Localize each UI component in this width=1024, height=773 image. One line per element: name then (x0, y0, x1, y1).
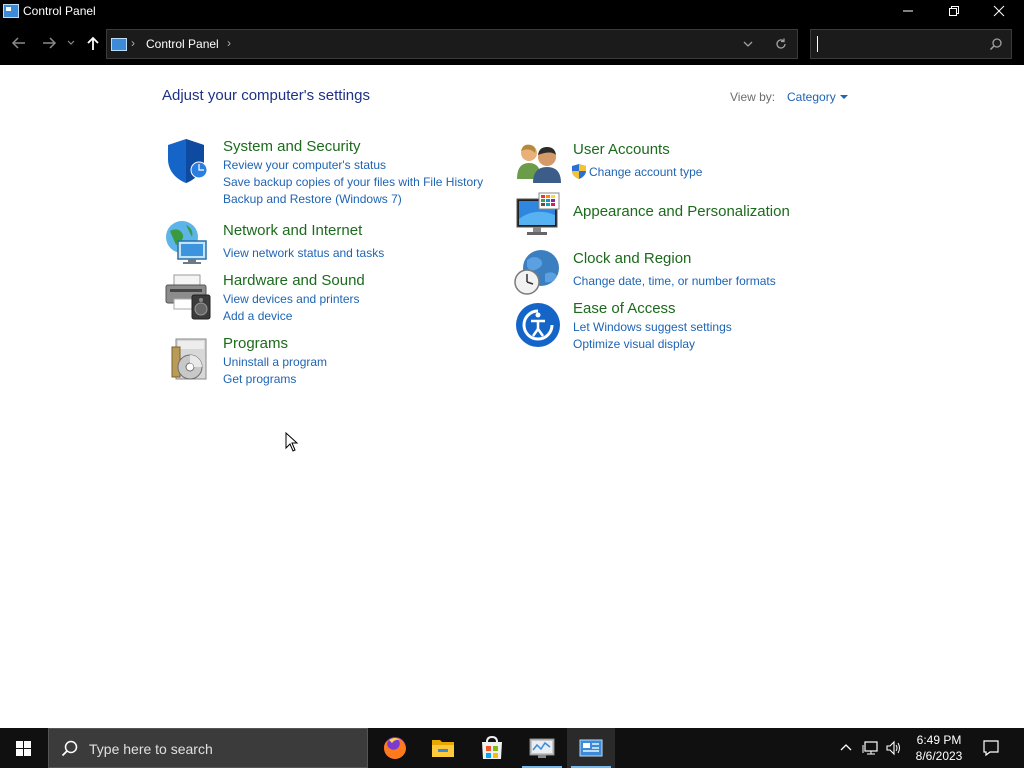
address-dropdown-button[interactable] (741, 37, 755, 56)
control-panel-app-icon (3, 4, 19, 18)
minimize-icon (903, 10, 913, 12)
mouse-pointer-icon (285, 431, 299, 457)
taskbar-firefox[interactable] (371, 728, 419, 768)
refresh-button[interactable] (774, 37, 788, 56)
title-bar[interactable]: Control Panel (0, 0, 1024, 23)
view-by-value: Category (787, 90, 836, 104)
link-optimize-visual-display[interactable]: Optimize visual display (573, 337, 695, 351)
close-button[interactable] (976, 0, 1022, 23)
network-tray-button[interactable] (862, 740, 880, 761)
show-hidden-icons-button[interactable] (838, 740, 854, 761)
clock-date: 8/6/2023 (915, 749, 963, 763)
dropdown-triangle-icon (839, 95, 848, 99)
programs-disc-icon[interactable] (166, 337, 214, 385)
category-system-and-security[interactable]: System and Security (223, 138, 361, 155)
link-save-backup-file-history[interactable]: Save backup copies of your files with Fi… (223, 175, 483, 189)
category-appearance-and-personalization[interactable]: Appearance and Personalization (573, 203, 790, 220)
link-change-account-type[interactable]: Change account type (589, 165, 702, 179)
breadcrumb-separator-icon: › (131, 36, 135, 50)
clock-globe-icon[interactable] (513, 248, 561, 296)
back-button[interactable] (8, 33, 30, 55)
network-globe-icon[interactable] (164, 219, 212, 267)
action-center-button[interactable] (982, 739, 1000, 762)
taskbar-control-panel-window-2[interactable] (518, 728, 566, 768)
category-programs[interactable]: Programs (223, 335, 288, 352)
file-explorer-icon (432, 740, 454, 757)
link-view-devices-and-printers[interactable]: View devices and printers (223, 292, 360, 306)
search-button[interactable] (989, 37, 1003, 56)
forward-button[interactable] (38, 33, 60, 55)
control-panel-window: Control Panel › Control Panel › Adjust y… (0, 0, 1024, 728)
close-icon (993, 5, 1005, 17)
control-panel-monitor-icon (529, 738, 555, 758)
notifications-icon (983, 740, 999, 757)
recent-locations-button[interactable] (64, 33, 78, 55)
navigation-bar: › Control Panel › (0, 23, 1024, 65)
link-add-a-device[interactable]: Add a device (223, 309, 292, 323)
back-arrow-icon (11, 37, 25, 49)
start-button[interactable] (0, 728, 48, 768)
forward-arrow-icon (43, 37, 57, 49)
control-panel-icon (111, 38, 127, 51)
taskbar-search-placeholder: Type here to search (89, 741, 213, 757)
link-review-computer-status[interactable]: Review your computer's status (223, 158, 386, 172)
breadcrumb-chevron-icon[interactable]: › (227, 36, 231, 50)
page-title: Adjust your computer's settings (162, 87, 370, 104)
taskbar-microsoft-store[interactable] (468, 728, 516, 768)
chevron-down-icon (743, 41, 753, 47)
category-user-accounts[interactable]: User Accounts (573, 141, 670, 158)
category-ease-of-access[interactable]: Ease of Access (573, 300, 676, 317)
search-icon (61, 740, 78, 757)
refresh-icon (776, 38, 786, 49)
window-title: Control Panel (23, 4, 96, 18)
firefox-icon (384, 737, 406, 759)
link-uninstall-a-program[interactable]: Uninstall a program (223, 355, 327, 369)
uac-shield-icon (572, 164, 586, 184)
search-control-panel-input[interactable] (810, 29, 1012, 59)
clock-time: 6:49 PM (916, 733, 962, 747)
windows-logo-icon (16, 741, 31, 756)
clock[interactable]: 6:49 PM 8/6/2023 (900, 732, 978, 764)
link-get-programs[interactable]: Get programs (223, 372, 296, 386)
breadcrumb-control-panel[interactable]: Control Panel (146, 37, 219, 51)
users-icon[interactable] (515, 139, 563, 187)
network-icon (862, 741, 878, 755)
shield-icon[interactable] (164, 137, 212, 185)
address-bar[interactable]: › Control Panel › (106, 29, 798, 59)
restore-button[interactable] (931, 0, 977, 23)
link-let-windows-suggest-settings[interactable]: Let Windows suggest settings (573, 320, 732, 334)
view-by-dropdown[interactable]: Category (787, 90, 848, 104)
category-network-and-internet[interactable]: Network and Internet (223, 222, 362, 239)
restore-icon (949, 6, 959, 16)
printer-speaker-icon[interactable] (164, 273, 212, 321)
taskbar-control-panel[interactable] (567, 728, 615, 768)
search-icon (989, 38, 1002, 51)
category-clock-and-region[interactable]: Clock and Region (573, 250, 691, 267)
text-caret (817, 36, 818, 52)
category-hardware-and-sound[interactable]: Hardware and Sound (223, 272, 365, 289)
chevron-up-icon (840, 744, 852, 751)
ease-of-access-icon[interactable] (514, 301, 562, 349)
taskbar-search-box[interactable]: Type here to search (48, 728, 368, 768)
link-view-network-status[interactable]: View network status and tasks (223, 246, 384, 260)
monitor-palette-icon[interactable] (515, 191, 563, 239)
link-backup-and-restore[interactable]: Backup and Restore (Windows 7) (223, 192, 402, 206)
main-content: Adjust your computer's settings View by:… (0, 65, 1024, 728)
taskbar-file-explorer[interactable] (419, 728, 467, 768)
minimize-button[interactable] (885, 0, 931, 23)
control-panel-icon (579, 739, 603, 757)
view-by-label: View by: (730, 90, 776, 104)
up-arrow-icon (87, 36, 99, 50)
link-change-date-time-formats[interactable]: Change date, time, or number formats (573, 274, 776, 288)
chevron-down-icon (67, 40, 75, 45)
up-button[interactable] (82, 33, 104, 55)
store-icon (482, 735, 502, 759)
taskbar: Type here to search 6:49 PM 8/6/2023 (0, 728, 1024, 768)
